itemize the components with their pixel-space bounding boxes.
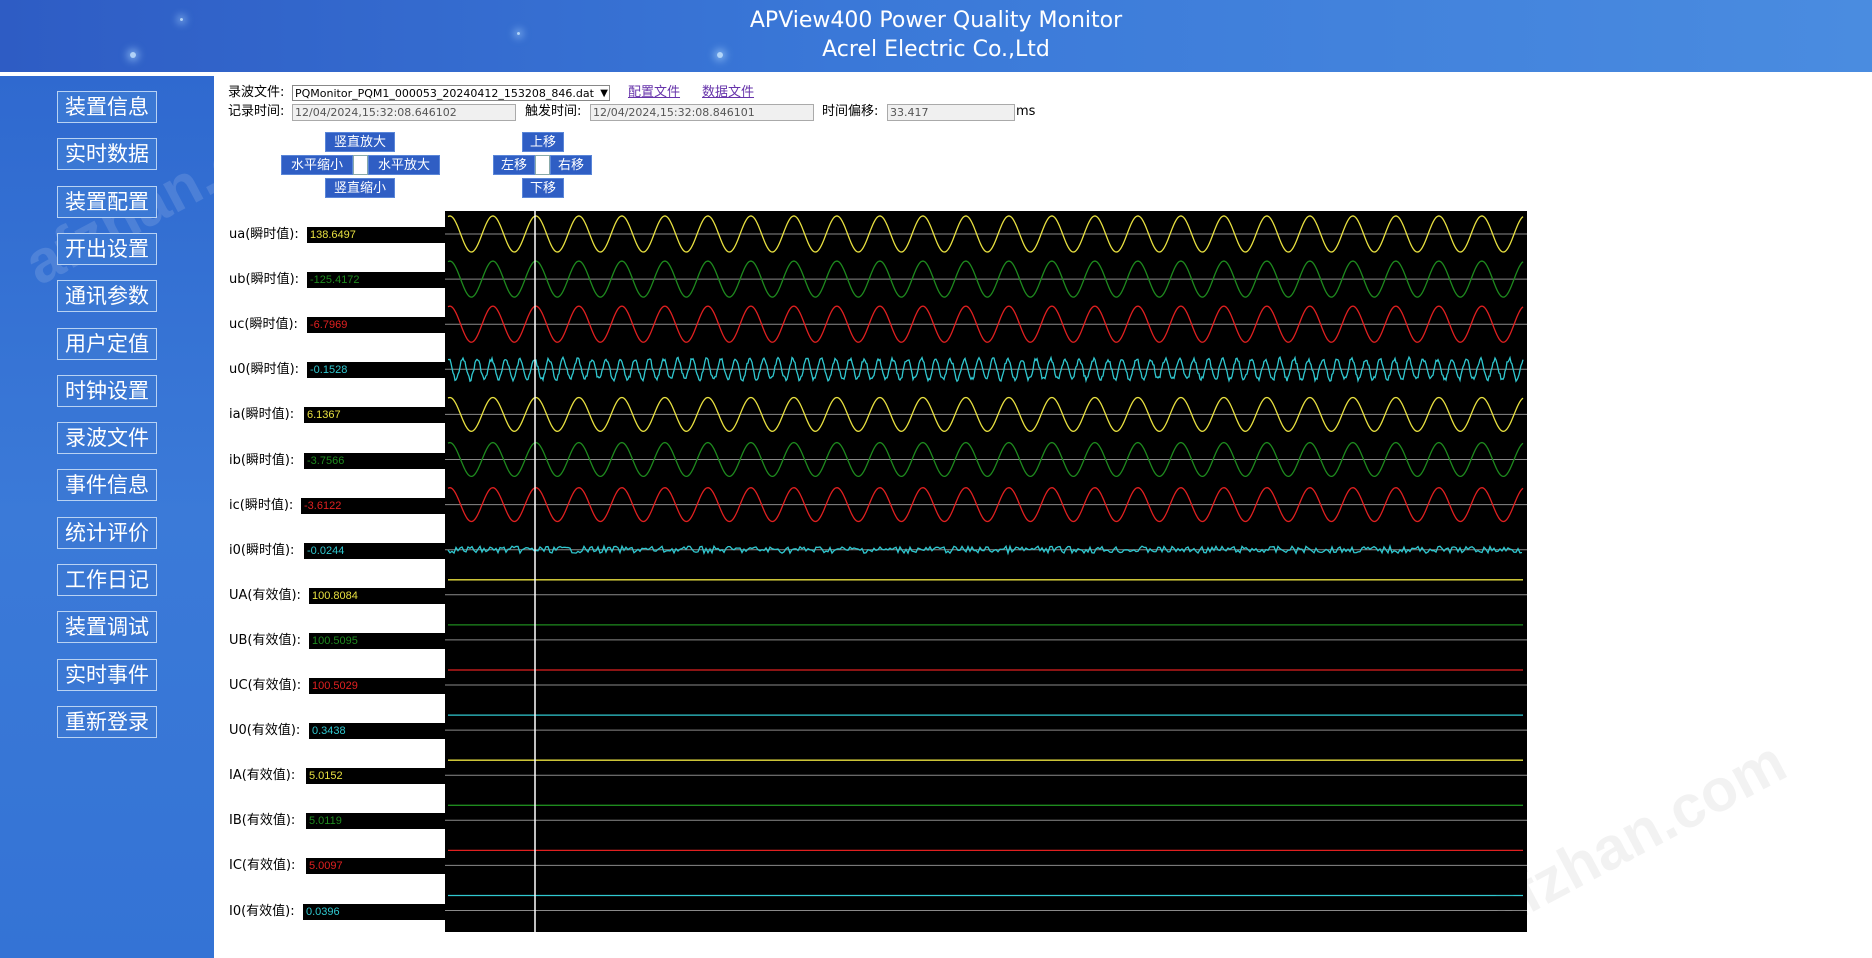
channel-value: 138.6497: [307, 227, 445, 243]
sidebar-item-13[interactable]: 实时事件: [57, 658, 157, 691]
channel-value: -0.1528: [307, 362, 445, 379]
channel-label: ib(瞬时值):: [229, 452, 295, 468]
sidebar-item-7[interactable]: 时钟设置: [57, 374, 157, 407]
channel-value: -3.7566: [304, 452, 445, 469]
channel-label: IC(有效值):: [229, 858, 296, 874]
channel-label: i0(瞬时值):: [229, 542, 295, 558]
channel-label: IB(有效值):: [229, 813, 296, 829]
sidebar-item-3[interactable]: 装置配置: [57, 185, 157, 218]
channel-value: -125.4172: [307, 272, 445, 289]
channel-value: -6.7969: [307, 317, 445, 334]
sidebar-item-5[interactable]: 通讯参数: [57, 280, 157, 313]
channel-value: 100.8084: [309, 587, 445, 604]
sidebar-item-14[interactable]: 重新登录: [57, 705, 157, 738]
config-file-link[interactable]: 配置文件: [628, 84, 680, 102]
channel-value: 5.0119: [306, 813, 445, 830]
file-label: 录波文件:: [228, 85, 285, 100]
data-file-link[interactable]: 数据文件: [702, 84, 754, 102]
waveform-background: [445, 211, 1527, 932]
offset-label: 时间偏移:: [822, 104, 879, 119]
company-name: Acrel Electric Co.,Ltd: [822, 37, 1050, 62]
sidebar-item-12[interactable]: 装置调试: [57, 611, 157, 644]
horizontal-zoom-out-button[interactable]: 水平缩小: [281, 155, 353, 175]
zoom-center-box: [353, 155, 368, 175]
channel-label: ub(瞬时值):: [229, 272, 300, 288]
channel-label: ua(瞬时值):: [229, 227, 299, 242]
channel-label: UB(有效值):: [229, 632, 301, 648]
channel-label: UC(有效值):: [229, 678, 302, 693]
sidebar-item-1[interactable]: 装置信息: [57, 91, 157, 123]
file-select-value: PQMonitor_PQM1_000053_20240412_153208_84…: [295, 87, 594, 100]
offset-unit: ms: [1016, 104, 1036, 119]
sidebar-item-9[interactable]: 事件信息: [57, 469, 157, 502]
channel-value: 0.3438: [309, 723, 445, 740]
move-up-button[interactable]: 上移: [522, 132, 564, 152]
horizontal-zoom-in-button[interactable]: 水平放大: [368, 155, 440, 175]
channel-value: 5.0097: [306, 858, 445, 875]
vertical-zoom-in-button[interactable]: 竖直放大: [325, 132, 395, 152]
channel-label: uc(瞬时值):: [229, 317, 298, 333]
record-time-label: 记录时间:: [228, 104, 285, 119]
trigger-time-field[interactable]: [590, 104, 814, 121]
channel-value: 100.5095: [309, 632, 445, 649]
move-right-button[interactable]: 右移: [550, 155, 592, 175]
pan-center-box: [535, 155, 550, 175]
channel-value: 100.5029: [309, 678, 445, 694]
channel-value: 0.0396: [303, 903, 445, 920]
file-select[interactable]: PQMonitor_PQM1_000053_20240412_153208_84…: [292, 85, 610, 101]
sidebar-item-10[interactable]: 统计评价: [57, 516, 157, 549]
app-title: APView400 Power Quality Monitor: [749, 8, 1123, 33]
channel-label: IA(有效值):: [229, 768, 296, 784]
channel-value: 6.1367: [304, 407, 445, 424]
app-header: APView400 Power Quality Monitor Acrel El…: [0, 0, 1872, 72]
sidebar-item-4[interactable]: 开出设置: [57, 232, 157, 265]
sidebar-item-6[interactable]: 用户定值: [57, 327, 157, 360]
sidebar-item-2[interactable]: 实时数据: [57, 138, 157, 171]
channel-value: -3.6122: [301, 497, 445, 514]
waveform-canvas[interactable]: [445, 211, 1527, 932]
channel-label: U0(有效值):: [229, 723, 301, 739]
vertical-zoom-out-button[interactable]: 竖直缩小: [325, 178, 395, 198]
record-time-field[interactable]: [292, 104, 516, 121]
chevron-down-icon: ▼: [600, 88, 608, 99]
channel-label: UA(有效值):: [229, 587, 301, 603]
sidebar-item-11[interactable]: 工作日记: [57, 564, 157, 596]
channel-label: ia(瞬时值):: [229, 407, 295, 423]
channel-label: u0(瞬时值):: [229, 362, 300, 378]
move-left-button[interactable]: 左移: [493, 155, 535, 175]
channel-label: ic(瞬时值):: [229, 497, 294, 513]
channel-value: -0.0244: [304, 542, 445, 559]
channel-value: 5.0152: [306, 768, 445, 785]
trigger-time-label: 触发时间:: [525, 104, 582, 119]
offset-field[interactable]: [887, 104, 1015, 121]
channel-label: I0(有效值):: [229, 903, 295, 919]
sidebar-item-8[interactable]: 录波文件: [57, 422, 157, 455]
move-down-button[interactable]: 下移: [522, 178, 564, 198]
